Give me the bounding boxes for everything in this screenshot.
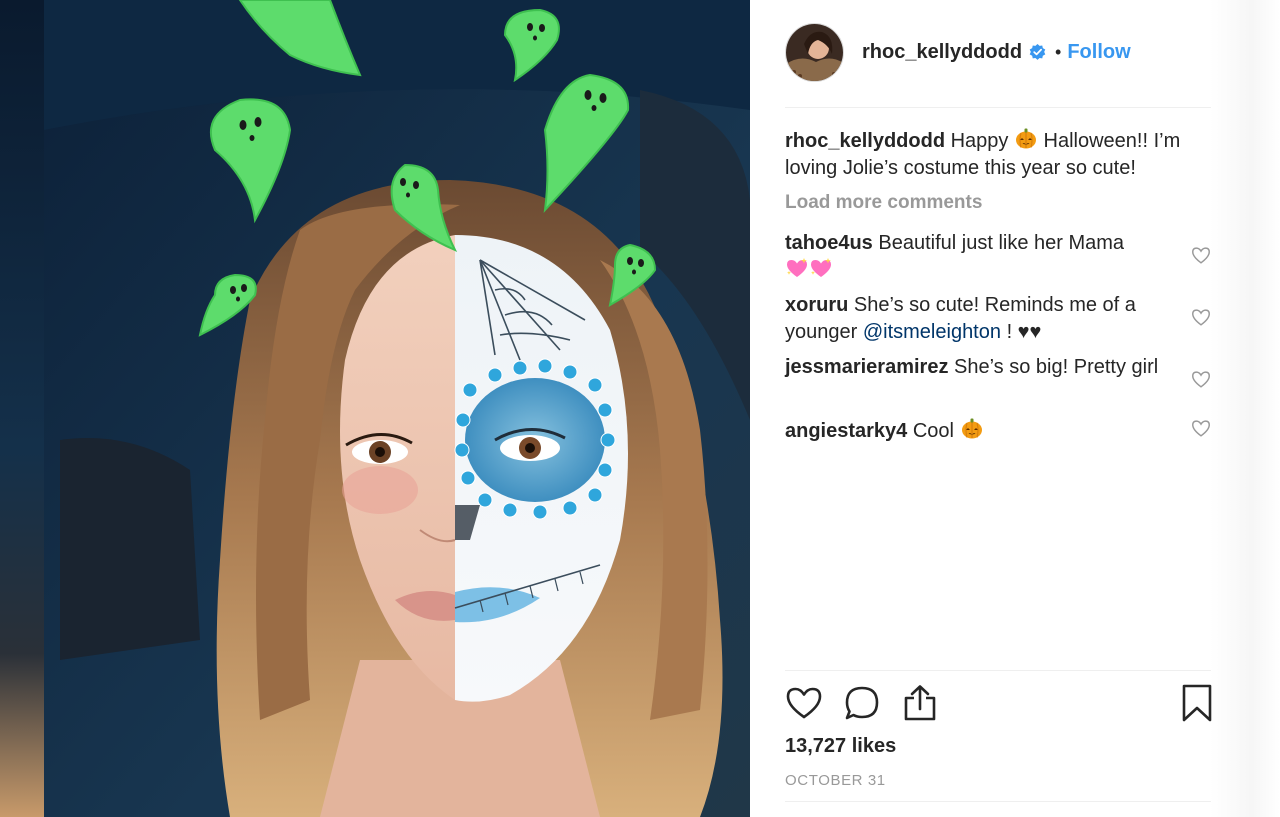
sparkling-heart-icon [787, 258, 807, 277]
post-caption: rhoc_kellyddodd Happy Halloween!! I’m lo… [785, 126, 1215, 182]
header-separator: • [1055, 41, 1062, 62]
post-header: rhoc_kellyddodd • Follow [785, 22, 1211, 82]
actions-divider [785, 670, 1211, 671]
comment-username[interactable]: xoruru [785, 294, 848, 316]
likes-count[interactable]: 13,727 likes [785, 735, 896, 758]
load-more-comments-button[interactable]: Load more comments [785, 192, 982, 214]
like-heart-icon[interactable] [785, 684, 823, 722]
comment-username[interactable]: angiestarky4 [785, 420, 907, 442]
comment-item: xoruru She’s so cute! Reminds me of a yo… [785, 292, 1170, 346]
caption-username[interactable]: rhoc_kellyddodd [785, 130, 945, 152]
post-photo[interactable] [0, 0, 750, 817]
comment-text: Cool [912, 420, 954, 442]
mention-link[interactable]: @itsmeleighton [863, 321, 1001, 343]
post-detail-panel: rhoc_kellyddodd • Follow rhoc_kellyddodd… [750, 0, 1280, 817]
author-username[interactable]: rhoc_kellyddodd [862, 41, 1022, 64]
header-divider [785, 107, 1211, 108]
comment-item: angiestarky4 Cool [785, 416, 1170, 445]
comment-text: She’s so big! Pretty girl [954, 356, 1159, 378]
bookmark-icon[interactable] [1181, 684, 1213, 722]
comment-username[interactable]: tahoe4us [785, 232, 873, 254]
follow-button[interactable]: Follow [1067, 41, 1130, 64]
selfie-with-ghost-filter [44, 0, 750, 817]
caption-text-start: Happy [950, 130, 1009, 152]
avatar[interactable] [785, 22, 844, 82]
avatar-image [786, 23, 843, 81]
sparkling-heart-icon [811, 258, 831, 277]
like-comment-heart-icon[interactable] [1190, 306, 1212, 328]
pumpkin-icon [961, 418, 982, 439]
comment-suffix: ! ♥♥ [1006, 321, 1042, 343]
comment-bubble-icon[interactable] [843, 684, 881, 722]
comment-item: jessmarieramirez She’s so big! Pretty gi… [785, 354, 1170, 381]
comment-text: Beautiful just like her Mama [878, 232, 1125, 254]
footer-divider [785, 801, 1211, 802]
post-date[interactable]: OCTOBER 31 [785, 772, 886, 789]
comment-username[interactable]: jessmarieramirez [785, 356, 948, 378]
like-comment-heart-icon[interactable] [1190, 244, 1212, 266]
like-comment-heart-icon[interactable] [1190, 417, 1212, 439]
post-actions-bar [785, 684, 1213, 724]
like-comment-heart-icon[interactable] [1190, 368, 1212, 390]
verified-badge-icon [1029, 43, 1046, 60]
pumpkin-icon [1015, 128, 1036, 149]
share-upload-icon[interactable] [901, 684, 939, 722]
comment-item: tahoe4us Beautiful just like her Mama [785, 230, 1170, 284]
